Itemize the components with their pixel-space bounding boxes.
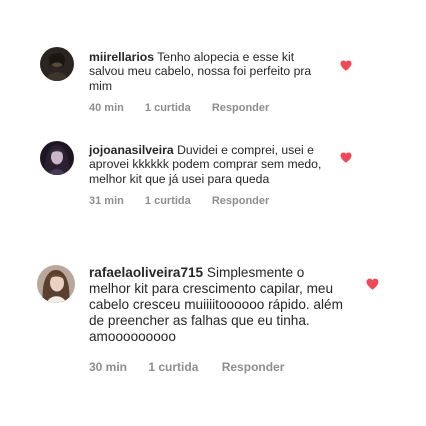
avatar[interactable] xyxy=(40,141,74,175)
heart-icon[interactable] xyxy=(340,60,352,71)
comment-time: 30 min xyxy=(89,360,128,374)
comment-text-block: miirellarios Tenho alopecia e esse kit s… xyxy=(89,50,329,93)
heart-icon[interactable] xyxy=(340,152,352,163)
reply-button[interactable]: Responder xyxy=(212,195,269,207)
avatar[interactable] xyxy=(37,265,75,303)
comment-time: 31 min xyxy=(89,195,124,207)
comment-body: jojoanasilveira Duvidei e comprei, usei … xyxy=(89,143,339,186)
comment-time: 40 min xyxy=(89,102,124,114)
comment-likes[interactable]: 1 curtida xyxy=(145,195,191,207)
comment-likes[interactable]: 1 curtida xyxy=(148,360,198,374)
comment-text-block: jojoanasilveira Duvidei e comprei, usei … xyxy=(89,143,339,186)
comment-username[interactable]: jojoanasilveira xyxy=(89,143,174,157)
heart-icon[interactable] xyxy=(366,278,379,290)
comment-username[interactable]: miirellarios xyxy=(89,50,154,64)
reply-button[interactable]: Responder xyxy=(222,360,285,374)
comment-meta: 30 min 1 curtida Responder xyxy=(89,360,284,374)
comment-meta: 31 min 1 curtida Responder xyxy=(89,195,269,207)
comment-body: rafaelaoliveira715 Simplesmente o melhor… xyxy=(89,265,349,345)
comment-body: miirellarios Tenho alopecia e esse kit s… xyxy=(89,50,329,93)
avatar[interactable] xyxy=(40,47,74,81)
comment-meta: 40 min 1 curtida Responder xyxy=(89,102,269,114)
comment-username[interactable]: rafaelaoliveira715 xyxy=(89,265,203,280)
comment-likes[interactable]: 1 curtida xyxy=(145,102,191,114)
reply-button[interactable]: Responder xyxy=(212,102,269,114)
comment-text-block: rafaelaoliveira715 Simplesmente o melhor… xyxy=(89,265,349,345)
